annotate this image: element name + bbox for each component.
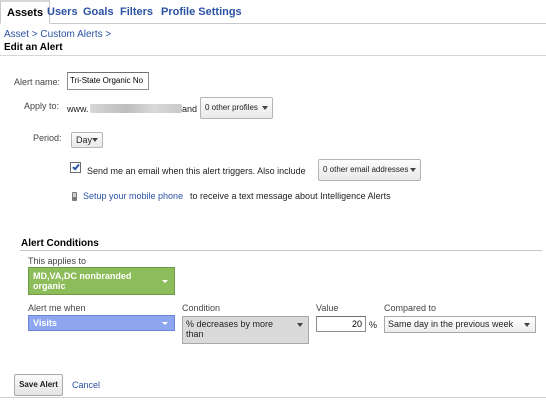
tab-bar: Assets Users Goals Filters Profile Setti… [0, 0, 546, 24]
period-value: Day [76, 135, 93, 145]
other-profiles-value: 0 other profiles [205, 103, 258, 112]
compared-to-select[interactable]: Same day in the previous week [384, 316, 536, 333]
redacted-domain [90, 104, 182, 113]
chevron-down-icon [162, 280, 168, 283]
period-label: Period: [33, 133, 62, 143]
tab-users[interactable]: Users [47, 6, 78, 18]
condition-label: Condition [182, 303, 221, 313]
compared-to-value: Same day in the previous week [388, 319, 514, 329]
other-profiles-dropdown[interactable]: 0 other profiles [200, 97, 273, 119]
tab-profile-settings[interactable]: Profile Settings [161, 6, 242, 18]
tab-assets[interactable]: Assets [0, 0, 51, 24]
value-label: Value [316, 303, 339, 313]
metric-select[interactable]: Visits [28, 315, 175, 331]
chevron-down-icon [92, 138, 98, 142]
divider [0, 55, 546, 56]
tab-filters[interactable]: Filters [120, 6, 153, 18]
applies-to-label: This applies to [28, 256, 87, 266]
alert-when-label: Alert me when [28, 303, 86, 313]
page-title: Edit an Alert [4, 42, 63, 53]
breadcrumb[interactable]: Asset > Custom Alerts > [4, 29, 111, 40]
checkmark-icon [72, 162, 80, 171]
save-alert-button[interactable]: Save Alert [14, 374, 63, 396]
mobile-phone-icon [72, 192, 77, 201]
chevron-down-icon [162, 322, 168, 325]
cancel-link[interactable]: Cancel [72, 380, 100, 390]
other-emails-dropdown[interactable]: 0 other email addresses [318, 159, 421, 181]
chevron-down-icon [297, 323, 303, 327]
alert-name-input[interactable]: Tri-State Organic No [67, 72, 149, 90]
metric-value: Visits [33, 318, 57, 328]
segment-select[interactable]: MD,VA,DC nonbranded organic [28, 267, 175, 295]
apply-to-prefix: www. [67, 104, 89, 114]
segment-value: MD,VA,DC nonbranded organic [33, 271, 132, 291]
email-checkbox[interactable] [70, 162, 81, 173]
tab-goals[interactable]: Goals [83, 6, 114, 18]
alert-conditions-title: Alert Conditions [21, 238, 99, 249]
setup-mobile-link[interactable]: Setup your mobile phone [83, 191, 183, 201]
period-select[interactable]: Day [71, 132, 103, 148]
apply-to-label: Apply to: [24, 101, 60, 111]
divider [20, 250, 542, 251]
condition-value: % decreases by more than [186, 319, 274, 339]
chevron-down-icon [410, 168, 416, 172]
apply-to-and: and [182, 104, 198, 114]
alert-name-label: Alert name: [14, 77, 61, 87]
mobile-text: to receive a text message about Intellig… [190, 191, 391, 201]
other-emails-value: 0 other email addresses [323, 165, 409, 174]
chevron-down-icon [524, 322, 530, 327]
condition-select[interactable]: % decreases by more than [182, 316, 309, 344]
value-input[interactable]: 20 [316, 316, 366, 332]
divider [0, 397, 546, 398]
email-text: Send me an email when this alert trigger… [87, 166, 306, 176]
percent-unit: % [369, 320, 378, 330]
compared-to-label: Compared to [384, 303, 437, 313]
chevron-down-icon [262, 106, 268, 110]
